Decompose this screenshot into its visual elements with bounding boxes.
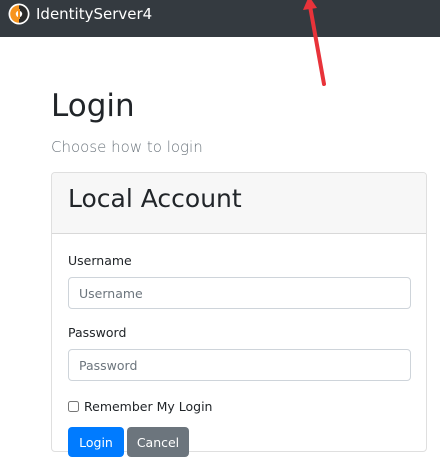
remember-login-label[interactable]: Remember My Login: [84, 399, 212, 414]
password-input[interactable]: [68, 349, 411, 381]
local-account-card: Local Account Username Password Remember…: [51, 172, 427, 457]
remember-login-checkbox[interactable]: [68, 400, 79, 412]
top-navbar: IdentityServer4: [0, 0, 440, 37]
password-label: Password: [68, 325, 127, 340]
remember-login-row: Remember My Login: [68, 397, 212, 415]
card-header: Local Account: [52, 173, 426, 234]
page-subtitle: Choose how to login: [51, 138, 203, 156]
login-button[interactable]: Login: [68, 427, 124, 457]
username-label: Username: [68, 253, 132, 268]
page-title: Login: [51, 88, 135, 124]
username-input[interactable]: [68, 277, 411, 309]
identityserver-logo-icon: [8, 3, 30, 25]
brand-link[interactable]: IdentityServer4: [8, 2, 152, 26]
brand-name: IdentityServer4: [36, 5, 153, 23]
cancel-button[interactable]: Cancel: [127, 427, 189, 457]
card-title: Local Account: [68, 184, 242, 213]
